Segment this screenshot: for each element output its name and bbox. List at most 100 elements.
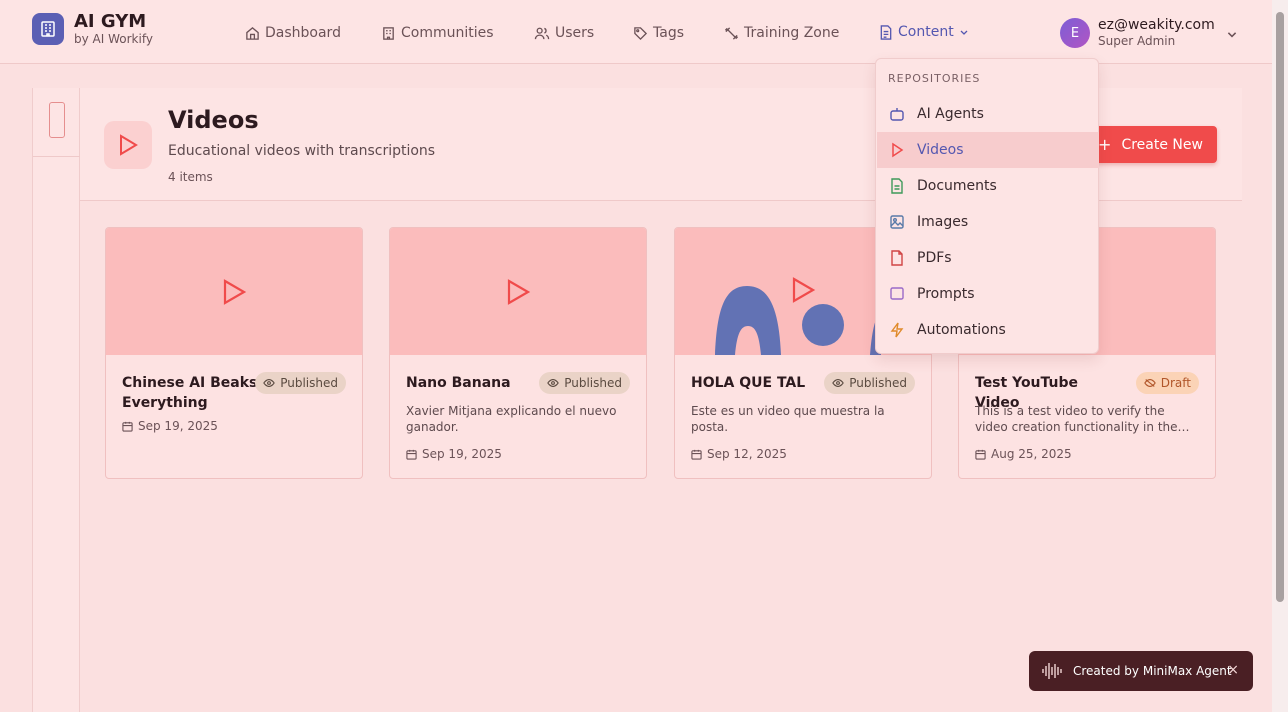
play-icon	[892, 142, 904, 158]
nav-training-zone-label: Training Zone	[744, 25, 840, 41]
create-new-button[interactable]: + Create New	[1084, 126, 1217, 163]
nav-dashboard[interactable]: Dashboard	[245, 20, 341, 46]
status-badge: Draft	[1135, 372, 1199, 394]
menu-item-label: Videos	[917, 142, 964, 158]
item-count: 4 items	[168, 170, 213, 184]
nav-training-zone[interactable]: Training Zone	[724, 20, 839, 46]
menu-item-documents[interactable]: Documents	[877, 168, 1099, 204]
calendar-icon	[691, 449, 702, 460]
dumbbell-icon	[724, 26, 739, 40]
status-label: Published	[280, 376, 338, 390]
menu-item-label: Documents	[917, 178, 997, 194]
toast-text: Created by MiniMax Agent	[1073, 664, 1232, 678]
play-icon	[792, 276, 816, 303]
eye-icon	[547, 379, 560, 387]
content-dropdown-menu: REPOSITORIES AI Agents Videos Documents …	[875, 58, 1099, 354]
menu-item-videos[interactable]: Videos	[877, 132, 1099, 168]
calendar-icon	[975, 449, 986, 460]
menu-item-label: PDFs	[917, 250, 952, 266]
card-date-text: Aug 25, 2025	[991, 447, 1072, 461]
status-label: Published	[564, 376, 622, 390]
tag-icon	[634, 26, 648, 40]
waveform-icon	[1042, 663, 1062, 679]
divider	[33, 156, 81, 157]
play-icon	[507, 278, 531, 305]
nav-communities-label: Communities	[401, 25, 494, 41]
menu-item-label: Automations	[917, 322, 1006, 338]
nav-tags[interactable]: Tags	[633, 20, 684, 46]
video-card[interactable]: Nano Banana Published Xavier Mitjana exp…	[389, 227, 647, 479]
page-scrollbar[interactable]	[1272, 0, 1288, 712]
card-description: Xavier Mitjana explicando el nuevo ganad…	[406, 404, 617, 434]
card-title: Nano Banana	[406, 375, 511, 391]
nav-users-label: Users	[555, 25, 595, 41]
chevron-down-icon	[1227, 32, 1237, 38]
menu-item-images[interactable]: Images	[877, 204, 1099, 240]
menu-item-label: Prompts	[917, 286, 975, 302]
menu-item-prompts[interactable]: Prompts	[877, 276, 1099, 312]
nav-tags-label: Tags	[653, 25, 684, 41]
card-date: Aug 25, 2025	[975, 447, 1072, 461]
user-email: ez@weakity.com	[1098, 17, 1215, 33]
eye-icon	[832, 379, 845, 387]
video-thumbnail	[390, 228, 646, 355]
menu-item-automations[interactable]: Automations	[877, 312, 1099, 348]
menu-item-pdfs[interactable]: PDFs	[877, 240, 1099, 276]
user-role: Super Admin	[1098, 34, 1176, 48]
avatar: E	[1060, 18, 1090, 48]
card-date-text: Sep 19, 2025	[422, 447, 502, 461]
home-icon	[246, 26, 259, 40]
card-title: Chinese AI Beaks Everything	[122, 375, 258, 411]
document-icon	[891, 178, 903, 194]
page-subtitle: Educational videos with transcriptions	[168, 143, 436, 159]
video-card[interactable]: Chinese AI Beaks Everything Published Se…	[105, 227, 363, 479]
card-date-text: Sep 12, 2025	[707, 447, 787, 461]
status-badge: Published	[539, 372, 630, 394]
minimax-toast: Created by MiniMax Agent ×	[1029, 651, 1253, 691]
card-description: Este es un video que muestra la posta.	[691, 404, 885, 434]
status-badge: Published	[255, 372, 346, 394]
nav-communities[interactable]: Communities	[381, 20, 494, 46]
prompt-icon	[890, 287, 904, 300]
menu-item-label: Images	[917, 214, 969, 230]
eye-off-icon	[1143, 379, 1156, 387]
pdf-icon	[891, 250, 903, 266]
brand[interactable]: AI GYM by AI Workify	[32, 12, 153, 46]
document-icon	[880, 24, 892, 40]
dropdown-heading: REPOSITORIES	[888, 72, 981, 85]
building-icon	[383, 26, 394, 40]
calendar-icon	[122, 421, 133, 432]
card-date: Sep 19, 2025	[122, 419, 218, 433]
nav-users[interactable]: Users	[534, 20, 594, 46]
bot-icon	[890, 108, 904, 121]
card-date: Sep 19, 2025	[406, 447, 502, 461]
lightning-icon	[890, 322, 904, 338]
building-icon	[32, 13, 64, 45]
plus-icon: +	[1098, 135, 1112, 154]
play-icon	[223, 278, 247, 305]
nav-content-label: Content	[898, 24, 954, 40]
status-label: Draft	[1160, 376, 1191, 390]
user-menu[interactable]: E ez@weakity.com Super Admin	[1060, 16, 1240, 50]
nav-content[interactable]: Content	[879, 19, 969, 45]
menu-item-ai-agents[interactable]: AI Agents	[877, 96, 1099, 132]
sidebar	[32, 88, 81, 712]
top-header: AI GYM by AI Workify Dashboard Communiti…	[0, 0, 1272, 64]
calendar-icon	[406, 449, 417, 460]
card-date: Sep 12, 2025	[691, 447, 787, 461]
create-new-label: Create New	[1121, 136, 1203, 153]
status-label: Published	[849, 376, 907, 390]
users-icon	[534, 27, 550, 39]
card-description: This is a test video to verify the video…	[975, 404, 1178, 434]
status-badge: Published	[824, 372, 915, 394]
scrollbar-thumb[interactable]	[1276, 12, 1284, 602]
sidebar-toggle-button[interactable]	[49, 102, 65, 138]
close-icon[interactable]: ×	[1227, 662, 1239, 678]
brand-subtitle: by AI Workify	[74, 32, 153, 46]
video-thumbnail	[106, 228, 362, 355]
eye-icon	[263, 379, 276, 387]
image-icon	[890, 215, 904, 229]
page-title: Videos	[168, 106, 259, 134]
menu-item-label: AI Agents	[917, 106, 984, 122]
card-title: HOLA QUE TAL	[691, 375, 806, 391]
